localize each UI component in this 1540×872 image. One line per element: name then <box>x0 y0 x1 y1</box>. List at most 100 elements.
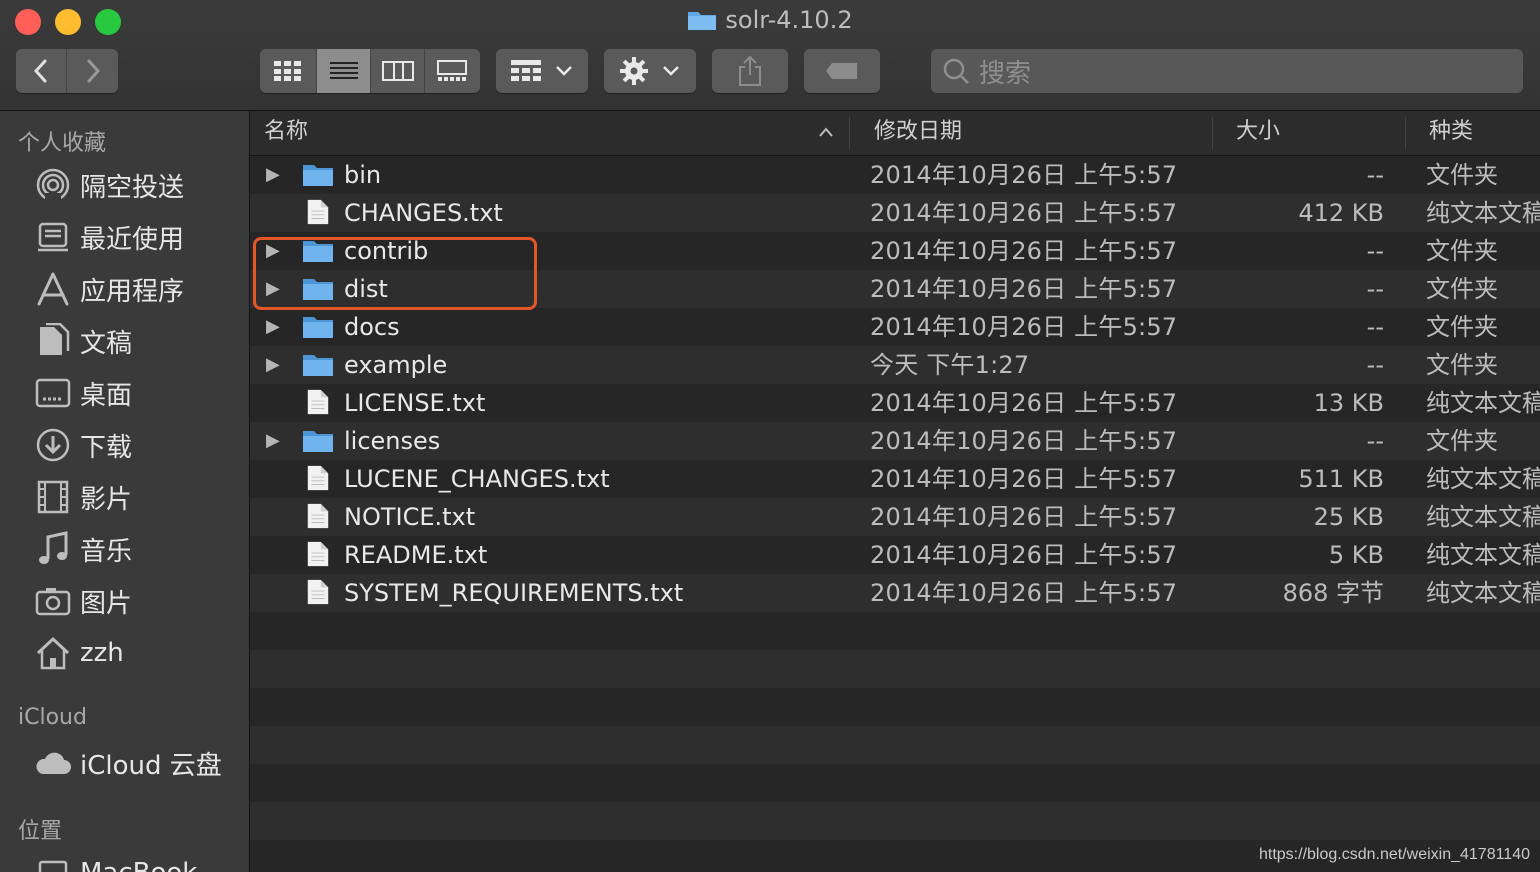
sidebar-item-pictures[interactable]: 图片 <box>34 581 132 621</box>
text-document-icon <box>307 389 329 415</box>
disclosure-triangle-icon[interactable]: ▶ <box>266 232 286 270</box>
finder-window: solr-4.10.2 搜索 个人收藏 隔空投送 最近使用 应用程序 文稿 桌面… <box>0 0 1540 872</box>
back-button[interactable] <box>16 49 66 93</box>
file-kind: 文件夹 <box>1426 161 1498 189</box>
sidebar-item-music[interactable]: 音乐 <box>34 529 132 569</box>
sidebar-item-icloud-drive[interactable]: iCloud 云盘 <box>34 743 222 783</box>
documents-icon <box>34 322 72 360</box>
action-menu-button[interactable] <box>604 49 696 93</box>
sidebar-item-airdrop[interactable]: 隔空投送 <box>34 165 184 205</box>
file-name: bin <box>344 161 382 189</box>
empty-row <box>250 612 1540 650</box>
column-size-header[interactable]: 大小 <box>1236 111 1280 155</box>
disclosure-triangle-icon[interactable]: ▶ <box>266 156 286 194</box>
sidebar-item-label: 桌面 <box>80 380 133 411</box>
file-date: 2014年10月26日 上午5:57 <box>870 313 1178 341</box>
disclosure-triangle-icon[interactable]: ▶ <box>266 308 286 346</box>
cloud-icon <box>34 744 72 782</box>
disclosure-triangle-icon[interactable]: ▶ <box>266 422 286 460</box>
file-row-docs[interactable]: ▶ docs 2014年10月26日 上午5:57 -- 文件夹 <box>250 308 1540 346</box>
nav-buttons <box>16 49 118 93</box>
empty-row <box>250 650 1540 688</box>
file-row-dist[interactable]: ▶ dist 2014年10月26日 上午5:57 -- 文件夹 <box>250 270 1540 308</box>
file-row-changes[interactable]: CHANGES.txt 2014年10月26日 上午5:57 412 KB 纯文… <box>250 194 1540 232</box>
file-size: -- <box>1366 161 1384 189</box>
view-mode-group <box>260 49 480 93</box>
sidebar-item-label: 音乐 <box>80 536 133 567</box>
column-separator[interactable] <box>1405 117 1406 149</box>
share-button[interactable] <box>712 49 788 93</box>
column-separator[interactable] <box>849 117 850 149</box>
forward-button[interactable] <box>66 49 118 93</box>
file-kind: 纯文本文稿 <box>1426 199 1540 227</box>
file-kind: 文件夹 <box>1426 275 1498 303</box>
sidebar-item-label: 隔空投送 <box>80 172 185 203</box>
chevron-right-icon <box>87 59 100 83</box>
sidebar-item-desktop[interactable]: 桌面 <box>34 373 132 413</box>
sidebar-item-downloads[interactable]: 下载 <box>34 425 132 465</box>
chevron-down-icon <box>663 66 679 76</box>
column-separator[interactable] <box>1212 117 1213 149</box>
file-row-contrib[interactable]: ▶ contrib 2014年10月26日 上午5:57 -- 文件夹 <box>250 232 1540 270</box>
file-row-lucene-changes[interactable]: LUCENE_CHANGES.txt 2014年10月26日 上午5:57 51… <box>250 460 1540 498</box>
file-date: 2014年10月26日 上午5:57 <box>870 237 1178 265</box>
tags-button[interactable] <box>804 49 880 93</box>
file-name: LICENSE.txt <box>344 389 486 417</box>
sidebar-item-label: 最近使用 <box>80 224 185 255</box>
column-view-button[interactable] <box>370 49 423 93</box>
file-row-readme[interactable]: README.txt 2014年10月26日 上午5:57 5 KB 纯文本文稿 <box>250 536 1540 574</box>
file-row-example[interactable]: ▶ example 今天 下午1:27 -- 文件夹 <box>250 346 1540 384</box>
sidebar-item-documents[interactable]: 文稿 <box>34 321 132 361</box>
file-row-bin[interactable]: ▶ bin 2014年10月26日 上午5:57 -- 文件夹 <box>250 156 1540 194</box>
file-size: -- <box>1366 351 1384 379</box>
sidebar-item-macbook[interactable]: MacBook <box>34 853 197 872</box>
sidebar-item-home[interactable]: zzh <box>34 633 124 673</box>
folder-icon <box>303 241 333 262</box>
gallery-view-button[interactable] <box>423 49 480 93</box>
file-name: README.txt <box>344 541 488 569</box>
column-kind-header[interactable]: 种类 <box>1429 111 1473 155</box>
file-name: dist <box>344 275 388 303</box>
file-size: 868 字节 <box>1282 579 1384 607</box>
action-menu-inner <box>604 49 696 93</box>
column-name-header[interactable]: 名称 <box>264 111 308 155</box>
file-size: 511 KB <box>1298 465 1384 493</box>
sidebar: 个人收藏 隔空投送 最近使用 应用程序 文稿 桌面 下载 影片 音乐 图片 zz… <box>0 111 250 872</box>
recents-icon <box>34 218 72 256</box>
sort-ascending-icon <box>819 127 833 137</box>
file-kind: 纯文本文稿 <box>1426 465 1540 493</box>
sidebar-item-movies[interactable]: 影片 <box>34 477 132 517</box>
folder-icon <box>303 431 333 452</box>
file-size: 25 KB <box>1313 503 1384 531</box>
list-view-button[interactable] <box>316 49 371 93</box>
music-icon <box>34 530 72 568</box>
file-date: 2014年10月26日 上午5:57 <box>870 427 1178 455</box>
folder-icon <box>303 165 333 186</box>
file-row-license[interactable]: LICENSE.txt 2014年10月26日 上午5:57 13 KB 纯文本… <box>250 384 1540 422</box>
group-by-button[interactable] <box>496 49 588 93</box>
sidebar-item-applications[interactable]: 应用程序 <box>34 269 184 309</box>
icon-view-button[interactable] <box>260 49 316 93</box>
file-size: -- <box>1366 237 1384 265</box>
file-row-notice[interactable]: NOTICE.txt 2014年10月26日 上午5:57 25 KB 纯文本文… <box>250 498 1540 536</box>
file-row-system-requirements[interactable]: SYSTEM_REQUIREMENTS.txt 2014年10月26日 上午5:… <box>250 574 1540 612</box>
search-field[interactable]: 搜索 <box>931 49 1523 93</box>
file-size: 5 KB <box>1328 541 1384 569</box>
desktop-icon <box>34 374 72 412</box>
airdrop-icon <box>34 166 72 204</box>
disclosure-triangle-icon[interactable]: ▶ <box>266 270 286 308</box>
file-name: NOTICE.txt <box>344 503 476 531</box>
tag-icon <box>826 63 857 79</box>
sidebar-section-favorites: 个人收藏 <box>18 131 107 156</box>
disclosure-triangle-icon[interactable]: ▶ <box>266 346 286 384</box>
column-date-header[interactable]: 修改日期 <box>874 111 962 155</box>
downloads-icon <box>34 426 72 464</box>
sidebar-item-label: 文稿 <box>80 328 133 359</box>
sidebar-item-recents[interactable]: 最近使用 <box>34 217 184 257</box>
window-title-text: solr-4.10.2 <box>725 6 853 34</box>
chevron-left-icon <box>33 59 47 83</box>
sidebar-item-label: zzh <box>80 638 124 668</box>
sidebar-item-label: iCloud 云盘 <box>80 750 222 781</box>
file-row-licenses[interactable]: ▶ licenses 2014年10月26日 上午5:57 -- 文件夹 <box>250 422 1540 460</box>
applications-icon <box>34 270 72 308</box>
